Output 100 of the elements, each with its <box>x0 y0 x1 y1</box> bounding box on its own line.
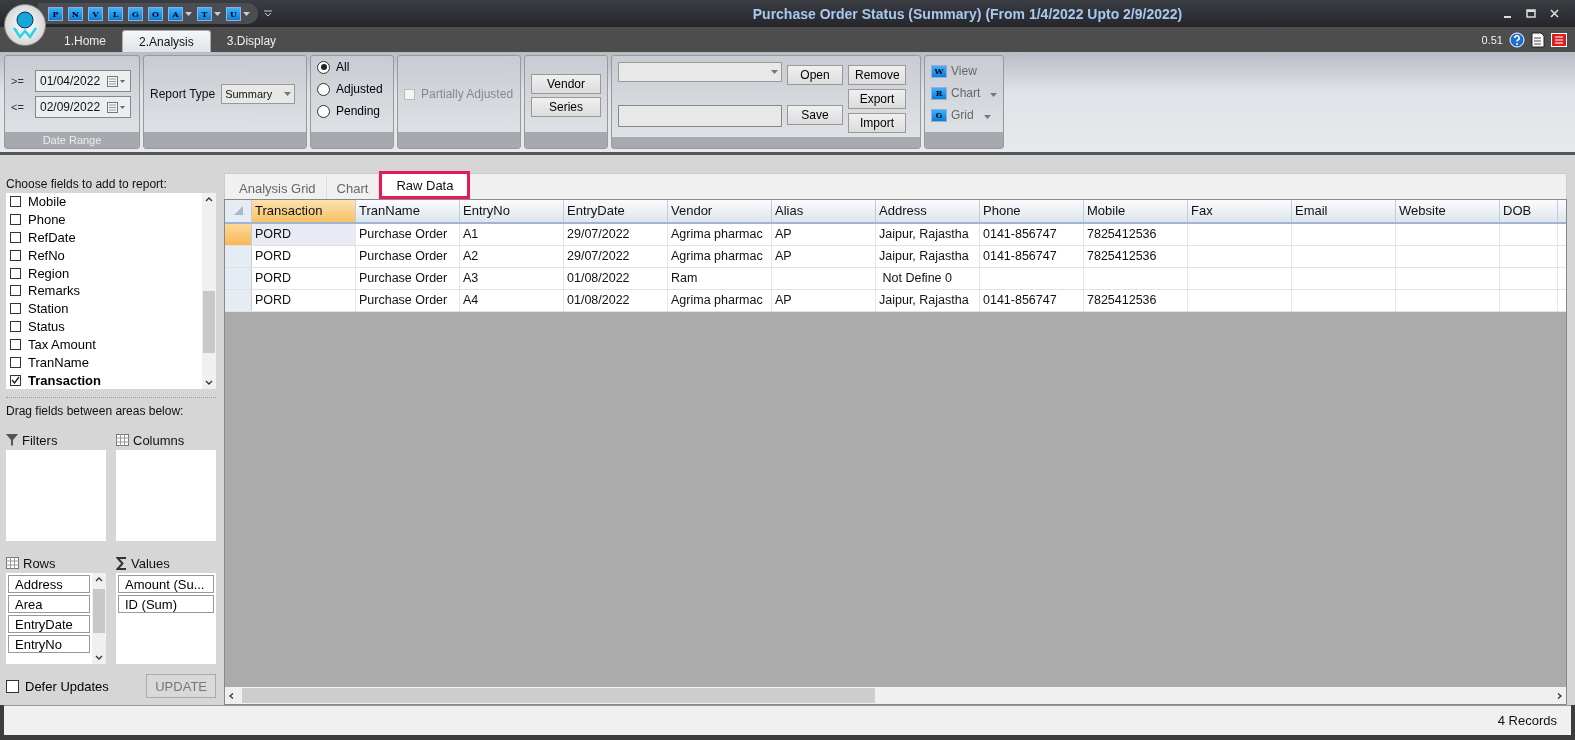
table-cell: A2 <box>460 246 564 267</box>
drag-caption: Drag fields between areas below: <box>6 404 185 418</box>
field-checkbox[interactable]: Mobile <box>9 193 202 211</box>
scroll-right-icon[interactable] <box>1555 692 1563 699</box>
operator-label: >= <box>11 75 25 87</box>
check-icon <box>11 376 20 385</box>
table-cell: A4 <box>460 290 564 311</box>
column-header[interactable]: Vendor <box>668 200 772 222</box>
quick-access-button[interactable]: G <box>128 6 143 21</box>
scroll-down-icon[interactable] <box>205 380 213 386</box>
save-button[interactable]: Save <box>787 105 843 125</box>
column-header[interactable]: Transaction <box>252 200 356 222</box>
area-field[interactable]: EntryNo <box>8 635 90 653</box>
table-cell: Ram <box>668 268 772 289</box>
ribbon-tab[interactable]: 2.Analysis <box>122 30 211 52</box>
table-cell: AP <box>772 290 876 311</box>
field-checkbox[interactable]: Station <box>9 299 202 318</box>
table-cell: 29/07/2022 <box>564 224 668 245</box>
date-field[interactable]: 02/09/2022 <box>35 96 131 118</box>
quick-access-button[interactable]: P <box>48 6 63 21</box>
table-cell: 7825412536 <box>1084 290 1188 311</box>
view-menu-item[interactable]: W View <box>931 64 998 78</box>
area-field[interactable]: EntryDate <box>8 615 90 633</box>
quick-access-button[interactable]: V <box>88 6 103 21</box>
column-header[interactable]: Email <box>1292 200 1396 222</box>
field-checkbox[interactable]: Tax Amount <box>9 335 202 354</box>
field-checkbox[interactable]: RefDate <box>9 228 202 247</box>
customize-icon[interactable] <box>264 9 272 18</box>
quick-access-button[interactable]: O <box>148 6 163 21</box>
group-button[interactable]: Vendor <box>531 74 601 94</box>
table-cell: A1 <box>460 224 564 245</box>
column-header[interactable]: EntryDate <box>564 200 668 222</box>
column-header[interactable]: Mobile <box>1084 200 1188 222</box>
column-header[interactable]: Website <box>1396 200 1500 222</box>
report-type-label: Report Type <box>150 87 216 101</box>
scrollbar-thumb[interactable] <box>242 688 875 703</box>
field-checkbox[interactable]: Status <box>9 317 202 336</box>
ribbon-tab[interactable]: 3.Display <box>210 30 293 52</box>
help-icon[interactable] <box>1509 31 1525 48</box>
import-button[interactable]: Import <box>848 113 906 133</box>
table-cell: 0141-856747 <box>980 246 1084 267</box>
view-menu-item[interactable]: G Grid <box>931 108 998 122</box>
date-field[interactable]: 01/04/2022 <box>35 70 131 92</box>
filter-icon <box>6 434 18 446</box>
column-header[interactable]: Fax <box>1188 200 1292 222</box>
scroll-up-icon[interactable] <box>95 576 103 582</box>
open-button[interactable]: Open <box>787 65 843 85</box>
table-cell: Purchase Order <box>356 290 460 311</box>
status-radio[interactable]: All <box>317 60 383 74</box>
scrollbar-thumb[interactable] <box>93 589 105 633</box>
status-radio[interactable]: Adjusted <box>317 82 383 96</box>
status-radio[interactable]: Pending <box>317 104 383 118</box>
table-cell: Purchase Order <box>356 246 460 267</box>
remove-button[interactable]: Remove <box>848 65 906 85</box>
column-header[interactable]: Address <box>876 200 980 222</box>
field-list-caption: Choose fields to add to report: <box>6 177 168 191</box>
column-header[interactable]: DOB <box>1500 200 1558 222</box>
drop-area[interactable]: Address Area EntryDate EntryNo <box>6 573 106 664</box>
scrollbar-thumb[interactable] <box>203 291 215 353</box>
maximize-icon[interactable] <box>1526 9 1536 18</box>
column-header[interactable]: Phone <box>980 200 1084 222</box>
field-checkbox[interactable]: Transaction <box>9 371 202 389</box>
field-checkbox[interactable]: Phone <box>9 210 202 229</box>
scroll-up-icon[interactable] <box>205 196 213 202</box>
view-menu-item[interactable]: R Chart <box>931 86 998 100</box>
table-cell: 01/08/2022 <box>564 268 668 289</box>
scroll-left-icon[interactable] <box>228 692 236 699</box>
report-type-dropdown[interactable]: Summary <box>221 84 296 104</box>
table-cell: Not Define 0 <box>876 268 980 289</box>
field-checkbox[interactable]: TranName <box>9 353 202 372</box>
close-icon[interactable] <box>1550 9 1559 18</box>
ribbon-tab[interactable]: 1.Home <box>48 30 123 52</box>
field-checkbox[interactable]: Region <box>9 264 202 283</box>
document-icon[interactable] <box>1531 31 1545 48</box>
area-field[interactable]: ID (Sum) <box>118 595 214 613</box>
caret-icon <box>243 11 250 16</box>
layout-name-field[interactable] <box>618 105 782 127</box>
group-caption: Date Range <box>5 132 139 148</box>
quick-access-button[interactable]: L <box>108 6 123 21</box>
view-tab[interactable]: Raw Data <box>379 171 471 199</box>
column-header[interactable]: EntryNo <box>460 200 564 222</box>
area-field[interactable]: Area <box>8 595 90 613</box>
export-button[interactable]: Export <box>848 89 906 109</box>
group-button[interactable]: Series <box>531 97 601 117</box>
column-header[interactable]: TranName <box>356 200 460 222</box>
table-cell: PORD <box>252 268 356 289</box>
area-field[interactable]: Address <box>8 575 90 593</box>
column-header[interactable]: Alias <box>772 200 876 222</box>
table-cell: PORD <box>252 246 356 267</box>
exit-icon[interactable] <box>1551 32 1567 47</box>
drop-area[interactable]: Amount (Su... ID (Sum) <box>116 573 216 664</box>
table-cell: Jaipur, Rajastha <box>876 246 980 267</box>
quick-access-button[interactable]: N <box>68 6 83 21</box>
table-cell: PORD <box>252 224 356 245</box>
field-checkbox[interactable]: RefNo <box>9 246 202 265</box>
area-label: Values <box>131 555 170 571</box>
defer-updates-checkbox[interactable]: Defer Updates <box>6 678 109 694</box>
area-field[interactable]: Amount (Su... <box>118 575 214 593</box>
scroll-down-icon[interactable] <box>95 655 103 661</box>
field-checkbox[interactable]: Remarks <box>9 282 202 300</box>
